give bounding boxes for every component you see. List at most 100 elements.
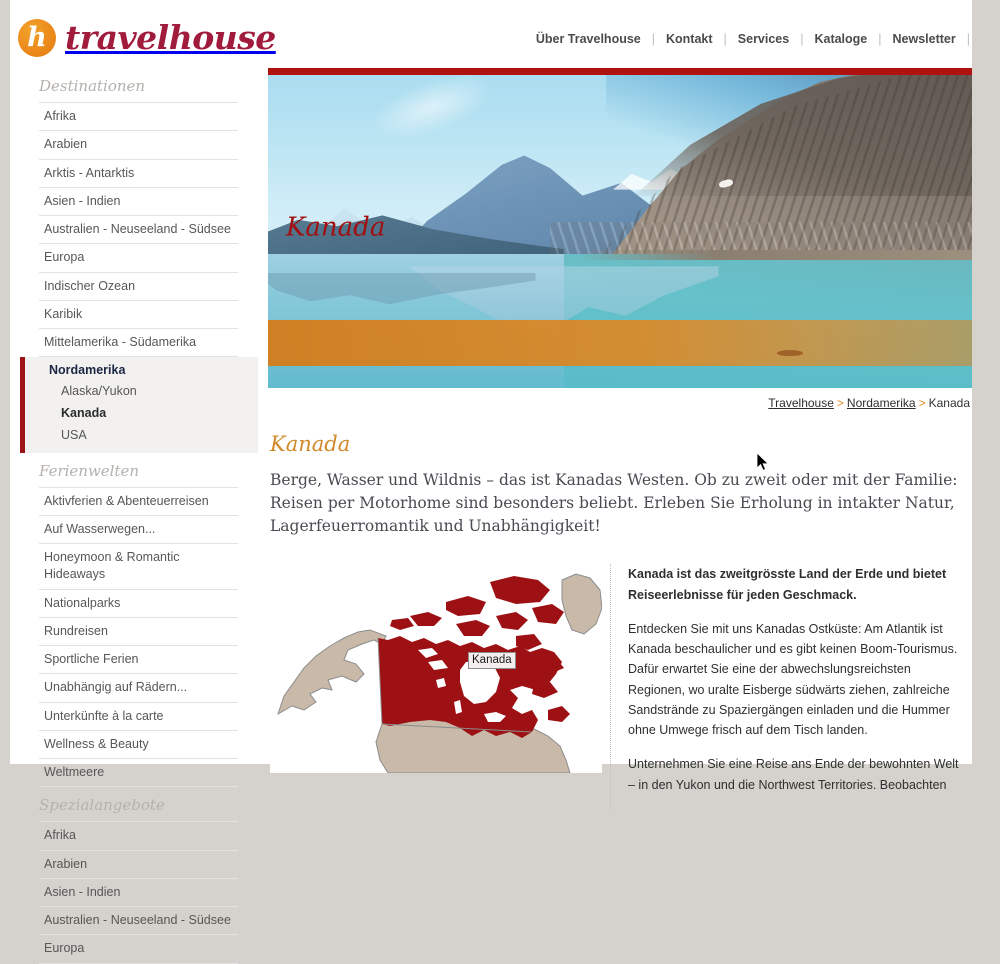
- sidebar-item-label[interactable]: Europa: [39, 935, 238, 962]
- sidebar-item-label[interactable]: Unabhängig auf Rädern...: [39, 674, 238, 701]
- sidebar-sublist-nordamerika: Alaska/Yukon Kanada USA: [44, 381, 258, 446]
- sidebar-item-nationalparks[interactable]: Nationalparks: [39, 588, 238, 617]
- sidebar-item-label[interactable]: Aktivferien & Abenteuerreisen: [39, 488, 238, 515]
- top-navigation: Über Travelhouse | Kontakt | Services | …: [525, 32, 970, 46]
- travelhouse-h-circle-icon: [18, 18, 56, 57]
- page-title: Kanada: [270, 432, 351, 456]
- sidebar-item-arabien[interactable]: Arabien: [39, 130, 238, 158]
- sidebar-list-ferienwelten: Aktivferien & Abenteuerreisen Auf Wasser…: [10, 486, 258, 788]
- brand-name: travelhouse: [65, 18, 276, 57]
- sidebar-item-label[interactable]: Australien - Neuseeland - Südsee: [39, 907, 238, 934]
- sidebar-item-asien-indien[interactable]: Asien - Indien: [39, 186, 238, 215]
- sidebar-item-label[interactable]: Arktis - Antarktis: [39, 160, 238, 187]
- topnav-item-kataloge[interactable]: Kataloge: [803, 32, 878, 46]
- sidebar-group-spezialangebote: Spezialangebote Afrika Arabien Asien - I…: [10, 787, 258, 964]
- sidebar-list-destinationen: Afrika Arabien Arktis - Antarktis Asien …: [10, 102, 258, 358]
- sidebar-group-title: Spezialangebote: [39, 796, 165, 815]
- sidebar-item-mittelamerika-suedamerika[interactable]: Mittelamerika - Südamerika: [39, 328, 238, 358]
- sidebar-subitem-alaska-yukon[interactable]: Alaska/Yukon: [44, 381, 258, 403]
- sidebar-item-label[interactable]: Australien - Neuseeland - Südsee: [39, 216, 238, 243]
- sidebar-group-ferienwelten: Ferienwelten Aktivferien & Abenteuerreis…: [10, 453, 258, 788]
- sidebar-special-item-arabien[interactable]: Arabien: [39, 849, 238, 878]
- hero-caption-band: [268, 320, 972, 366]
- sidebar-item-label[interactable]: Honeymoon & Romantic Hideaways: [39, 544, 238, 589]
- text-column: Kanada ist das zweitgrösste Land der Erd…: [610, 564, 966, 809]
- sidebar-item-indischer-ozean[interactable]: Indischer Ozean: [39, 271, 238, 300]
- sidebar-item-wellness-beauty[interactable]: Wellness & Beauty: [39, 729, 238, 758]
- sidebar-item-label[interactable]: Unterkünfte à la carte: [39, 703, 238, 730]
- site-logo[interactable]: travelhouse: [18, 18, 276, 57]
- sidebar-item-label[interactable]: Wellness & Beauty: [39, 731, 238, 758]
- hero-shoreline: [577, 250, 972, 260]
- sidebar-group-destinationen: Destinationen Afrika Arabien Arktis - An…: [10, 68, 258, 453]
- sidebar-item-label[interactable]: Mittelamerika - Südamerika: [39, 329, 238, 356]
- sidebar-item-label[interactable]: Nationalparks: [39, 590, 238, 617]
- sidebar-item-label[interactable]: Karibik: [39, 301, 238, 328]
- breadcrumb-item-kanada-current: Kanada: [928, 396, 970, 410]
- sidebar-item-label[interactable]: Weltmeere: [39, 759, 238, 786]
- intro-paragraph: Berge, Wasser und Wildnis – das ist Kana…: [270, 471, 958, 535]
- sidebar-item-rundreisen[interactable]: Rundreisen: [39, 616, 238, 645]
- sidebar-item-arktis-antarktis[interactable]: Arktis - Antarktis: [39, 158, 238, 187]
- sidebar-subitem-kanada[interactable]: Kanada: [44, 403, 258, 425]
- sidebar-item-sportliche-ferien[interactable]: Sportliche Ferien: [39, 645, 238, 673]
- content-columns: Kanada Kanada ist das zweitgrösste Land …: [270, 564, 970, 809]
- sidebar-item-unterkuenfte-a-la-carte[interactable]: Unterkünfte à la carte: [39, 701, 238, 730]
- sidebar-item-aktivferien[interactable]: Aktivferien & Abenteuerreisen: [39, 486, 238, 515]
- sidebar-item-label[interactable]: Arabien: [39, 131, 238, 158]
- map-north-america-canada[interactable]: Kanada: [270, 564, 602, 774]
- sidebar-item-weltmeere[interactable]: Weltmeere: [39, 758, 238, 788]
- sidebar-item-label[interactable]: Rundreisen: [39, 618, 238, 645]
- topnav-separator: |: [966, 32, 970, 46]
- sidebar-item-karibik[interactable]: Karibik: [39, 299, 238, 328]
- sidebar-item-label[interactable]: Asien - Indien: [39, 188, 238, 215]
- sidebar-item-unabhaengig-auf-raedern[interactable]: Unabhängig auf Rädern...: [39, 673, 238, 701]
- sidebar-item-label[interactable]: Asien - Indien: [39, 879, 238, 906]
- sidebar-item-label[interactable]: Afrika: [39, 822, 238, 849]
- content-paragraph-2: Entdecken Sie mit uns Kanadas Ostküste: …: [628, 621, 958, 738]
- sidebar-subitem-label[interactable]: Alaska/Yukon: [44, 381, 258, 403]
- sidebar: Destinationen Afrika Arabien Arktis - An…: [10, 68, 258, 964]
- sidebar-item-australien-neuseeland-suedsee[interactable]: Australien - Neuseeland - Südsee: [39, 215, 238, 243]
- sidebar-item-nordamerika[interactable]: Nordamerika: [44, 358, 258, 381]
- content-area: Kanada Berge, Wasser und Wildnis – das i…: [268, 410, 972, 809]
- hero-boat: [777, 350, 804, 356]
- sidebar-item-auf-wasserwegen[interactable]: Auf Wasserwegen...: [39, 514, 238, 543]
- sidebar-item-europa[interactable]: Europa: [39, 243, 238, 271]
- breadcrumb-separator: >: [836, 396, 844, 410]
- page-root: travelhouse Über Travelhouse | Kontakt |…: [10, 0, 972, 964]
- main-content: Kanada Travelhouse > Nordamerika > Kanada Ka…: [268, 68, 972, 809]
- map-label-kanada: Kanada: [468, 652, 516, 670]
- breadcrumb-item-travelhouse[interactable]: Travelhouse: [768, 396, 834, 410]
- topnav-item-newsletter[interactable]: Newsletter: [882, 32, 967, 46]
- sidebar-special-item-asien-indien[interactable]: Asien - Indien: [39, 877, 238, 906]
- sidebar-subitem-usa[interactable]: USA: [44, 425, 258, 447]
- topnav-item-ueber-travelhouse[interactable]: Über Travelhouse: [525, 32, 652, 46]
- topnav-item-services[interactable]: Services: [727, 32, 800, 46]
- breadcrumb-separator: >: [918, 396, 926, 410]
- sidebar-subitem-label[interactable]: USA: [44, 425, 258, 447]
- sidebar-item-label[interactable]: Arabien: [39, 851, 238, 878]
- hero-caption-title: Kanada: [286, 212, 386, 243]
- hero-top-red-bar: [268, 68, 972, 75]
- page-body: Destinationen Afrika Arabien Arktis - An…: [10, 68, 972, 964]
- content-paragraph-3: Unternehmen Sie eine Reise ans Ende der …: [628, 757, 959, 792]
- sidebar-item-label[interactable]: Sportliche Ferien: [39, 646, 238, 673]
- sidebar-special-item-australien-neuseeland-suedsee[interactable]: Australien - Neuseeland - Südsee: [39, 906, 238, 934]
- content-paragraph-lead: Kanada ist das zweitgrösste Land der Erd…: [628, 567, 947, 602]
- sidebar-list-spezialangebote: Afrika Arabien Asien - Indien Australien…: [10, 821, 258, 964]
- sidebar-special-item-afrika[interactable]: Afrika: [39, 821, 238, 849]
- breadcrumb-item-nordamerika[interactable]: Nordamerika: [847, 396, 916, 410]
- hero-banner: Kanada: [268, 68, 972, 388]
- sidebar-item-label[interactable]: Afrika: [39, 103, 238, 130]
- topnav-item-kontakt[interactable]: Kontakt: [655, 32, 724, 46]
- sidebar-subitem-label-current[interactable]: Kanada: [44, 403, 258, 425]
- breadcrumb: Travelhouse > Nordamerika > Kanada: [268, 388, 972, 410]
- sidebar-item-label[interactable]: Indischer Ozean: [39, 273, 238, 300]
- sidebar-special-item-europa[interactable]: Europa: [39, 934, 238, 964]
- sidebar-item-honeymoon-romantic-hideaways[interactable]: Honeymoon & Romantic Hideaways: [39, 543, 238, 589]
- map-svg: [277, 573, 602, 774]
- sidebar-item-label[interactable]: Auf Wasserwegen...: [39, 516, 238, 543]
- sidebar-item-label[interactable]: Europa: [39, 244, 238, 271]
- sidebar-item-afrika[interactable]: Afrika: [39, 102, 238, 130]
